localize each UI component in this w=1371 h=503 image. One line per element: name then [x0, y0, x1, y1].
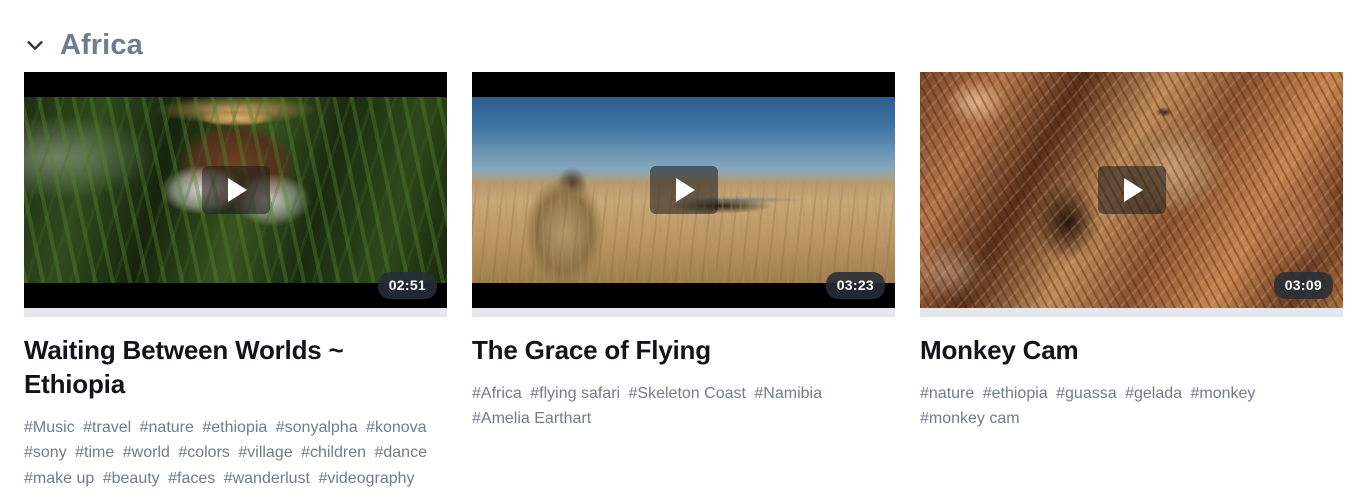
tag-link[interactable]: #nature [920, 385, 974, 402]
play-icon [676, 178, 695, 202]
video-card: 02:51 Waiting Between Worlds ~ Ethiopia … [24, 72, 447, 491]
tag-link[interactable]: #monkey cam [920, 410, 1020, 427]
video-title[interactable]: Waiting Between Worlds ~ Ethiopia [24, 334, 447, 402]
tag-link[interactable]: #travel [83, 419, 131, 436]
tag-link[interactable]: #gelada [1125, 385, 1182, 402]
tag-link[interactable]: #videography [318, 470, 414, 487]
tag-link[interactable]: #flying safari [530, 385, 620, 402]
tag-link[interactable]: #ethiopia [983, 385, 1048, 402]
progress-track[interactable] [920, 308, 1343, 317]
tag-link[interactable]: #village [238, 444, 292, 461]
duration-badge: 02:51 [377, 272, 437, 299]
video-title[interactable]: Monkey Cam [920, 334, 1343, 368]
tag-link[interactable]: #nature [140, 419, 194, 436]
tag-list: #nature #ethiopia #guassa #gelada #monke… [920, 381, 1343, 432]
tag-list: #Africa #flying safari #Skeleton Coast #… [472, 381, 895, 432]
video-card-body: Monkey Cam #nature #ethiopia #guassa #ge… [920, 317, 1343, 432]
tag-link[interactable]: #sonyalpha [276, 419, 358, 436]
video-thumbnail[interactable]: 03:23 [472, 72, 895, 308]
tag-link[interactable]: #monkey [1190, 385, 1255, 402]
duration-badge: 03:23 [825, 272, 885, 299]
video-card: 03:23 The Grace of Flying #Africa #flyin… [472, 72, 895, 432]
tag-link[interactable]: #wanderlust [224, 470, 310, 487]
tag-link[interactable]: #guassa [1056, 385, 1117, 402]
video-card: 03:09 Monkey Cam #nature #ethiopia #guas… [920, 72, 1343, 432]
tag-link[interactable]: #faces [168, 470, 215, 487]
tag-link[interactable]: #children [301, 444, 366, 461]
video-thumbnail[interactable]: 02:51 [24, 72, 447, 308]
tag-link[interactable]: #beauty [103, 470, 160, 487]
letterbox-bar-top [24, 72, 447, 97]
progress-track[interactable] [24, 308, 447, 317]
video-thumbnail[interactable]: 03:09 [920, 72, 1343, 308]
play-button[interactable] [1097, 166, 1166, 214]
tag-link[interactable]: #time [75, 444, 114, 461]
chevron-down-icon[interactable] [24, 34, 46, 56]
tag-link[interactable]: #Africa [472, 385, 522, 402]
play-button[interactable] [201, 166, 270, 214]
section-header[interactable]: Africa [0, 0, 1371, 72]
video-title[interactable]: The Grace of Flying [472, 334, 895, 368]
page-title: Africa [60, 28, 143, 61]
tag-link[interactable]: #Skeleton Coast [629, 385, 746, 402]
tag-link[interactable]: #world [123, 444, 170, 461]
tag-link[interactable]: #Namibia [754, 385, 822, 402]
video-grid: 02:51 Waiting Between Worlds ~ Ethiopia … [0, 72, 1371, 491]
video-card-body: The Grace of Flying #Africa #flying safa… [472, 317, 895, 432]
play-icon [1124, 178, 1143, 202]
tag-link[interactable]: #konova [366, 419, 427, 436]
video-gallery-page: Africa 02:51 Waiting Between Worlds ~ Et… [0, 0, 1371, 491]
tag-link[interactable]: #Amelia Earthart [472, 410, 591, 427]
tag-link[interactable]: #make up [24, 470, 94, 487]
progress-track[interactable] [472, 308, 895, 317]
play-icon [228, 178, 247, 202]
duration-badge: 03:09 [1273, 272, 1333, 299]
tag-link[interactable]: #sony [24, 444, 67, 461]
tag-link[interactable]: #Music [24, 419, 75, 436]
video-card-body: Waiting Between Worlds ~ Ethiopia #Music… [24, 317, 447, 491]
tag-link[interactable]: #ethiopia [202, 419, 267, 436]
letterbox-bar-top [472, 72, 895, 97]
play-button[interactable] [649, 166, 718, 214]
tag-list: #Music #travel #nature #ethiopia #sonyal… [24, 415, 447, 492]
tag-link[interactable]: #colors [178, 444, 230, 461]
tag-link[interactable]: #dance [374, 444, 427, 461]
